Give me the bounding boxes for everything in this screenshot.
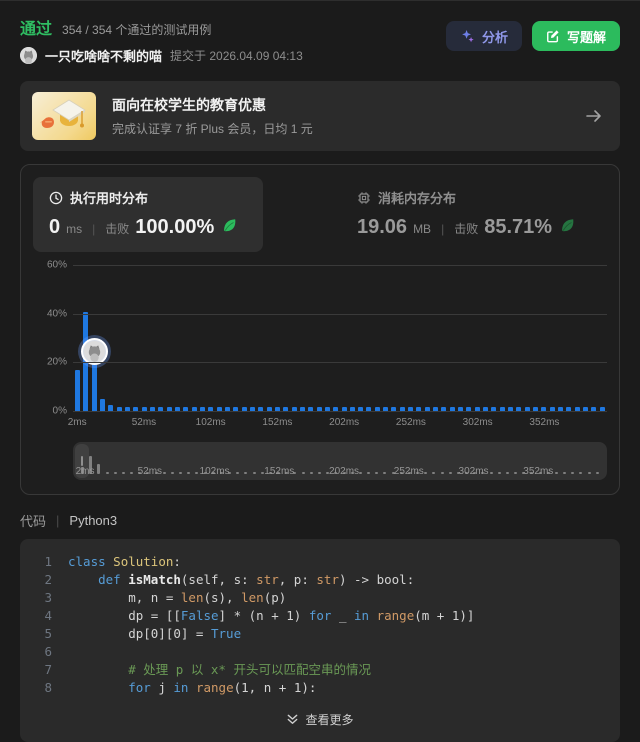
x-axis-tick: 52ms (131, 417, 157, 428)
memory-chip-icon (358, 191, 370, 204)
x-axis-tick: 352ms (529, 417, 560, 428)
x-axis-tick: 2ms (67, 417, 87, 428)
line-number: 5 (44, 626, 52, 641)
x-axis-tick: 102ms (195, 417, 226, 428)
line-number: 7 (44, 662, 52, 677)
banner-subtitle: 完成认证享 7 折 Plus 会员，日均 1 元 (112, 122, 313, 136)
code-line: 3 m, n = len(s), len(p) (36, 589, 604, 607)
chevron-double-down-icon (288, 714, 298, 724)
runtime-title: 执行用时分布 (70, 191, 149, 206)
brush-axis-tick: 302ms (458, 466, 489, 477)
memory-title: 消耗内存分布 (378, 191, 457, 206)
chart-plot-area: 0% 20% 40% 60% (47, 260, 607, 417)
status-text: 通过 (20, 21, 53, 38)
sparkle-icon (462, 29, 474, 42)
brush-axis-tick: 152ms (264, 466, 295, 477)
test-cases-text: 354 / 354 个通过的测试用例 (62, 23, 212, 37)
line-number: 4 (44, 608, 52, 623)
code-block: 1 class Solution: 2 def isMatch(self, s: s… (20, 539, 620, 742)
chart-bars (75, 266, 605, 411)
divider: | (56, 513, 60, 528)
memory-beats-label: 击败 (454, 222, 479, 236)
memory-stat-tab[interactable]: 消耗内存分布 19.06 MB | 击败 85.71% (341, 177, 591, 252)
distribution-card: 执行用时分布 0 ms | 击败 100.00% 消耗内存分布 19.06 MB… (20, 164, 620, 495)
divider: | (92, 222, 96, 236)
bar (91, 357, 97, 411)
code-line: 2 def isMatch(self, s: str, p: str) -> b… (36, 571, 604, 589)
line-number: 6 (44, 644, 52, 659)
x-axis-tick: 302ms (462, 417, 493, 428)
code-line: 8 for j in range(1, n + 1): (36, 679, 604, 697)
graduation-cap-icon (40, 99, 86, 128)
brush-axis-tick: 352ms (523, 466, 554, 477)
write-solution-button[interactable]: 写题解 (531, 21, 620, 51)
line-number: 1 (44, 554, 52, 569)
clock-icon (49, 191, 63, 204)
runtime-distribution-chart: 0% 20% 40% 60% 2ms 52ms 102ms 152ms 202ms 252ms 3… (33, 260, 607, 434)
y-axis-tick: 0% (52, 405, 67, 417)
code-line: 6 (36, 643, 604, 661)
user-position-marker (80, 338, 108, 366)
gridline: 60% (47, 260, 607, 271)
runtime-value: 0 (49, 216, 61, 238)
line-number: 2 (44, 572, 52, 587)
runtime-beats-label: 击败 (105, 222, 130, 236)
x-axis-tick: 202ms (329, 417, 360, 428)
runtime-unit: ms (66, 222, 83, 236)
brush-axis-tick: 252ms (393, 466, 424, 477)
code-line: 4 dp = [[False] * (n + 1) for _ in range… (36, 607, 604, 625)
submitted-time: 提交于 2026.04.09 04:13 (170, 49, 303, 63)
education-promo-banner[interactable]: 面向在校学生的教育优惠 完成认证享 7 折 Plus 会员，日均 1 元 (20, 81, 620, 151)
avatar-cat-icon (83, 341, 105, 363)
divider: | (441, 222, 445, 236)
line-number: 8 (44, 680, 52, 695)
y-axis-tick: 40% (46, 308, 67, 320)
code-section-label: 代码 (20, 514, 47, 529)
banner-title: 面向在校学生的教育优惠 (112, 97, 266, 113)
chart-brush-slider[interactable]: 2ms 52ms 102ms 152ms 202ms 252ms 302ms 352ms (73, 442, 607, 480)
banner-thumbnail (32, 92, 96, 140)
brush-axis-tick: 102ms (199, 466, 230, 477)
bar (75, 369, 80, 411)
y-axis-tick: 60% (46, 259, 67, 271)
write-solution-label: 写题解 (566, 29, 606, 45)
memory-beats-value: 85.71% (484, 216, 553, 238)
y-axis-tick: 20% (46, 356, 67, 368)
code-line: 1 class Solution: (36, 553, 604, 571)
runtime-beats-value: 100.00% (135, 216, 215, 238)
view-more-button[interactable]: 查看更多 (36, 705, 604, 734)
avatar-cat-icon (20, 47, 37, 64)
analyze-button[interactable]: 分析 (445, 21, 522, 51)
user-avatar (20, 47, 37, 64)
code-line: 7 # 处理 p 以 x* 开头可以匹配空串的情况 (36, 661, 604, 679)
leaf-icon (222, 218, 237, 233)
bar (99, 398, 105, 411)
arrow-right-icon (584, 108, 604, 124)
memory-unit: MB (413, 222, 432, 236)
line-number: 3 (44, 590, 52, 605)
runtime-stat-tab[interactable]: 执行用时分布 0 ms | 击败 100.00% (33, 177, 263, 252)
analyze-label: 分析 (481, 29, 508, 45)
gridline: 40% (47, 308, 607, 319)
brush-axis-tick: 2ms (75, 466, 95, 477)
edit-icon (547, 30, 559, 43)
brush-axis-labels: 2ms 52ms 102ms 152ms 202ms 252ms 302ms 352ms (76, 442, 599, 477)
chart-x-axis: 2ms 52ms 102ms 152ms 202ms 252ms 302ms 352ms (68, 412, 607, 430)
username[interactable]: 一只吃啥啥不剩的喵 (45, 46, 162, 65)
leaf-icon (560, 218, 575, 233)
x-axis-tick: 152ms (262, 417, 293, 428)
code-language: Python3 (69, 513, 118, 528)
brush-axis-tick: 52ms (137, 466, 163, 477)
memory-value: 19.06 (357, 216, 408, 238)
gridline: 20% (47, 357, 607, 368)
brush-axis-tick: 202ms (329, 466, 360, 477)
x-axis-tick: 252ms (395, 417, 426, 428)
result-header: 通过 354 / 354 个通过的测试用例 一只吃啥啥不剩的喵 提交于 2026… (0, 1, 640, 65)
code-line: 5 dp[0][0] = True (36, 625, 604, 643)
